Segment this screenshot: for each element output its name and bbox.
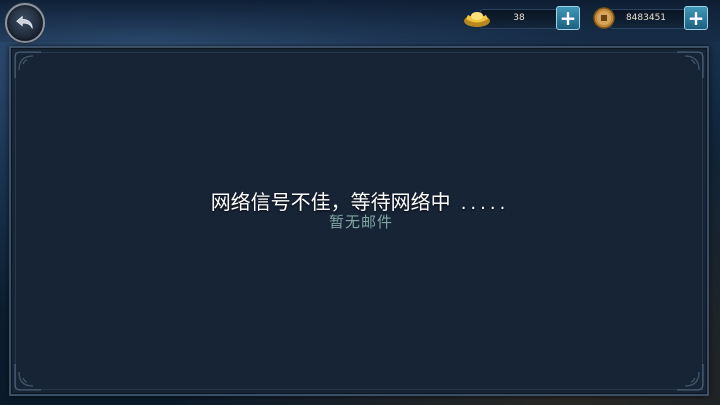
coin-value: 8483451: [625, 13, 667, 23]
coin-currency: 8483451 +: [592, 6, 712, 30]
gold-value: 38: [513, 13, 525, 23]
back-arrow-icon: [16, 15, 33, 29]
back-button[interactable]: [5, 3, 45, 43]
gold-ingot-icon: [464, 12, 490, 27]
plus-icon: +: [687, 6, 705, 30]
corner-ornament-icon: [677, 364, 704, 391]
top-bar: 38 + 8483451 +: [0, 0, 720, 43]
plus-icon: +: [559, 6, 577, 30]
network-message-text: 网络信号不佳，等待网络中: [210, 190, 451, 214]
gold-currency: 38 +: [462, 6, 582, 30]
copper-coin-icon: [593, 7, 615, 29]
mail-panel: 暂无邮件: [9, 46, 709, 396]
corner-ornament-icon: [14, 364, 41, 391]
game-screen: 38 + 8483451 + 暂无邮件 网络信号不佳，等待网络中 .....: [0, 0, 720, 405]
gold-add-button[interactable]: +: [556, 6, 580, 30]
loading-dots: .....: [460, 193, 510, 214]
network-status-message: 网络信号不佳，等待网络中.....: [0, 186, 720, 215]
corner-ornament-icon: [14, 51, 41, 78]
coin-add-button[interactable]: +: [684, 6, 708, 30]
corner-ornament-icon: [677, 51, 704, 78]
